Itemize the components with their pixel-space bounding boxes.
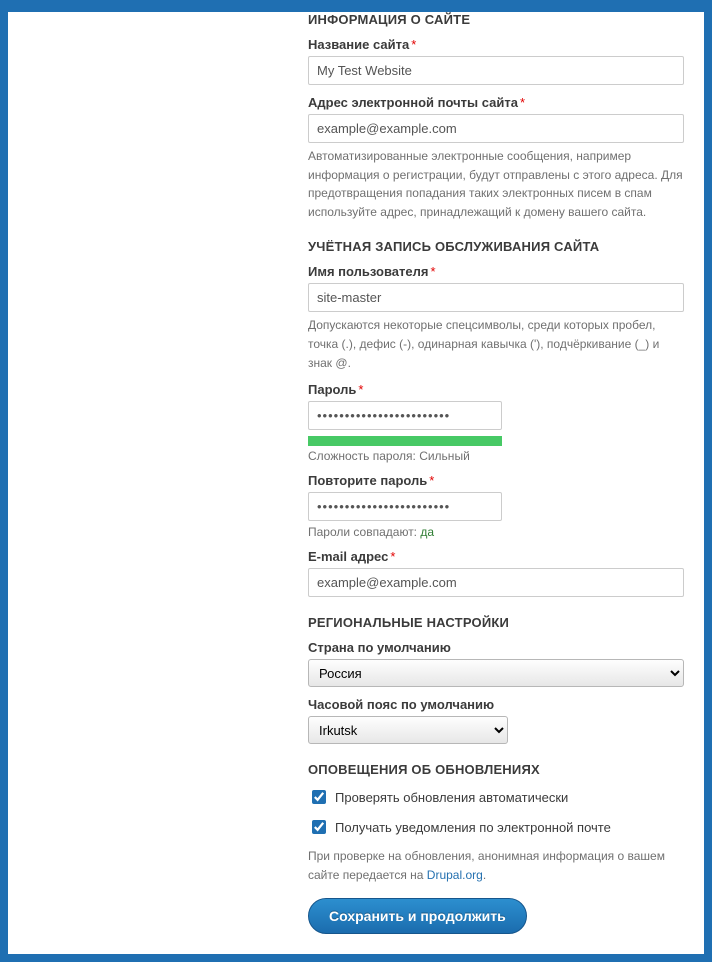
username-label: Имя пользователя* bbox=[308, 264, 684, 279]
site-email-label: Адрес электронной почты сайта* bbox=[308, 95, 684, 110]
check-updates-checkbox[interactable] bbox=[312, 790, 326, 804]
password-match-text: Пароли совпадают: да bbox=[308, 525, 684, 539]
country-select[interactable]: Россия bbox=[308, 659, 684, 687]
check-updates-label[interactable]: Проверять обновления автоматически bbox=[335, 790, 568, 805]
password-confirm-input[interactable] bbox=[308, 492, 502, 521]
submit-button[interactable]: Сохранить и продолжить bbox=[308, 898, 527, 934]
timezone-select[interactable]: Irkutsk bbox=[308, 716, 508, 744]
password-strength-text: Сложность пароля: Сильный bbox=[308, 449, 684, 463]
username-desc: Допускаются некоторые спецсимволы, среди… bbox=[308, 316, 684, 372]
password-input[interactable] bbox=[308, 401, 502, 430]
section-site-info: ИНФОРМАЦИЯ О САЙТЕ bbox=[308, 12, 684, 27]
password-confirm-label: Повторите пароль* bbox=[308, 473, 684, 488]
account-email-input[interactable] bbox=[308, 568, 684, 597]
password-strength-bar bbox=[308, 436, 502, 446]
section-account: УЧЁТНАЯ ЗАПИСЬ ОБСЛУЖИВАНИЯ САЙТА bbox=[308, 239, 684, 254]
email-notify-label[interactable]: Получать уведомления по электронной почт… bbox=[335, 820, 611, 835]
email-notify-checkbox[interactable] bbox=[312, 820, 326, 834]
site-email-input[interactable] bbox=[308, 114, 684, 143]
site-name-input[interactable] bbox=[308, 56, 684, 85]
site-name-label: Название сайта* bbox=[308, 37, 684, 52]
site-email-desc: Автоматизированные электронные сообщения… bbox=[308, 147, 684, 221]
password-label: Пароль* bbox=[308, 382, 684, 397]
section-regional: РЕГИОНАЛЬНЫЕ НАСТРОЙКИ bbox=[308, 615, 684, 630]
updates-desc: При проверке на обновления, анонимная ин… bbox=[308, 847, 684, 884]
country-label: Страна по умолчанию bbox=[308, 640, 684, 655]
timezone-label: Часовой пояс по умолчанию bbox=[308, 697, 684, 712]
section-updates: ОПОВЕЩЕНИЯ ОБ ОБНОВЛЕНИЯХ bbox=[308, 762, 684, 777]
account-email-label: E-mail адрес* bbox=[308, 549, 684, 564]
username-input[interactable] bbox=[308, 283, 684, 312]
drupal-link[interactable]: Drupal.org bbox=[427, 868, 483, 882]
